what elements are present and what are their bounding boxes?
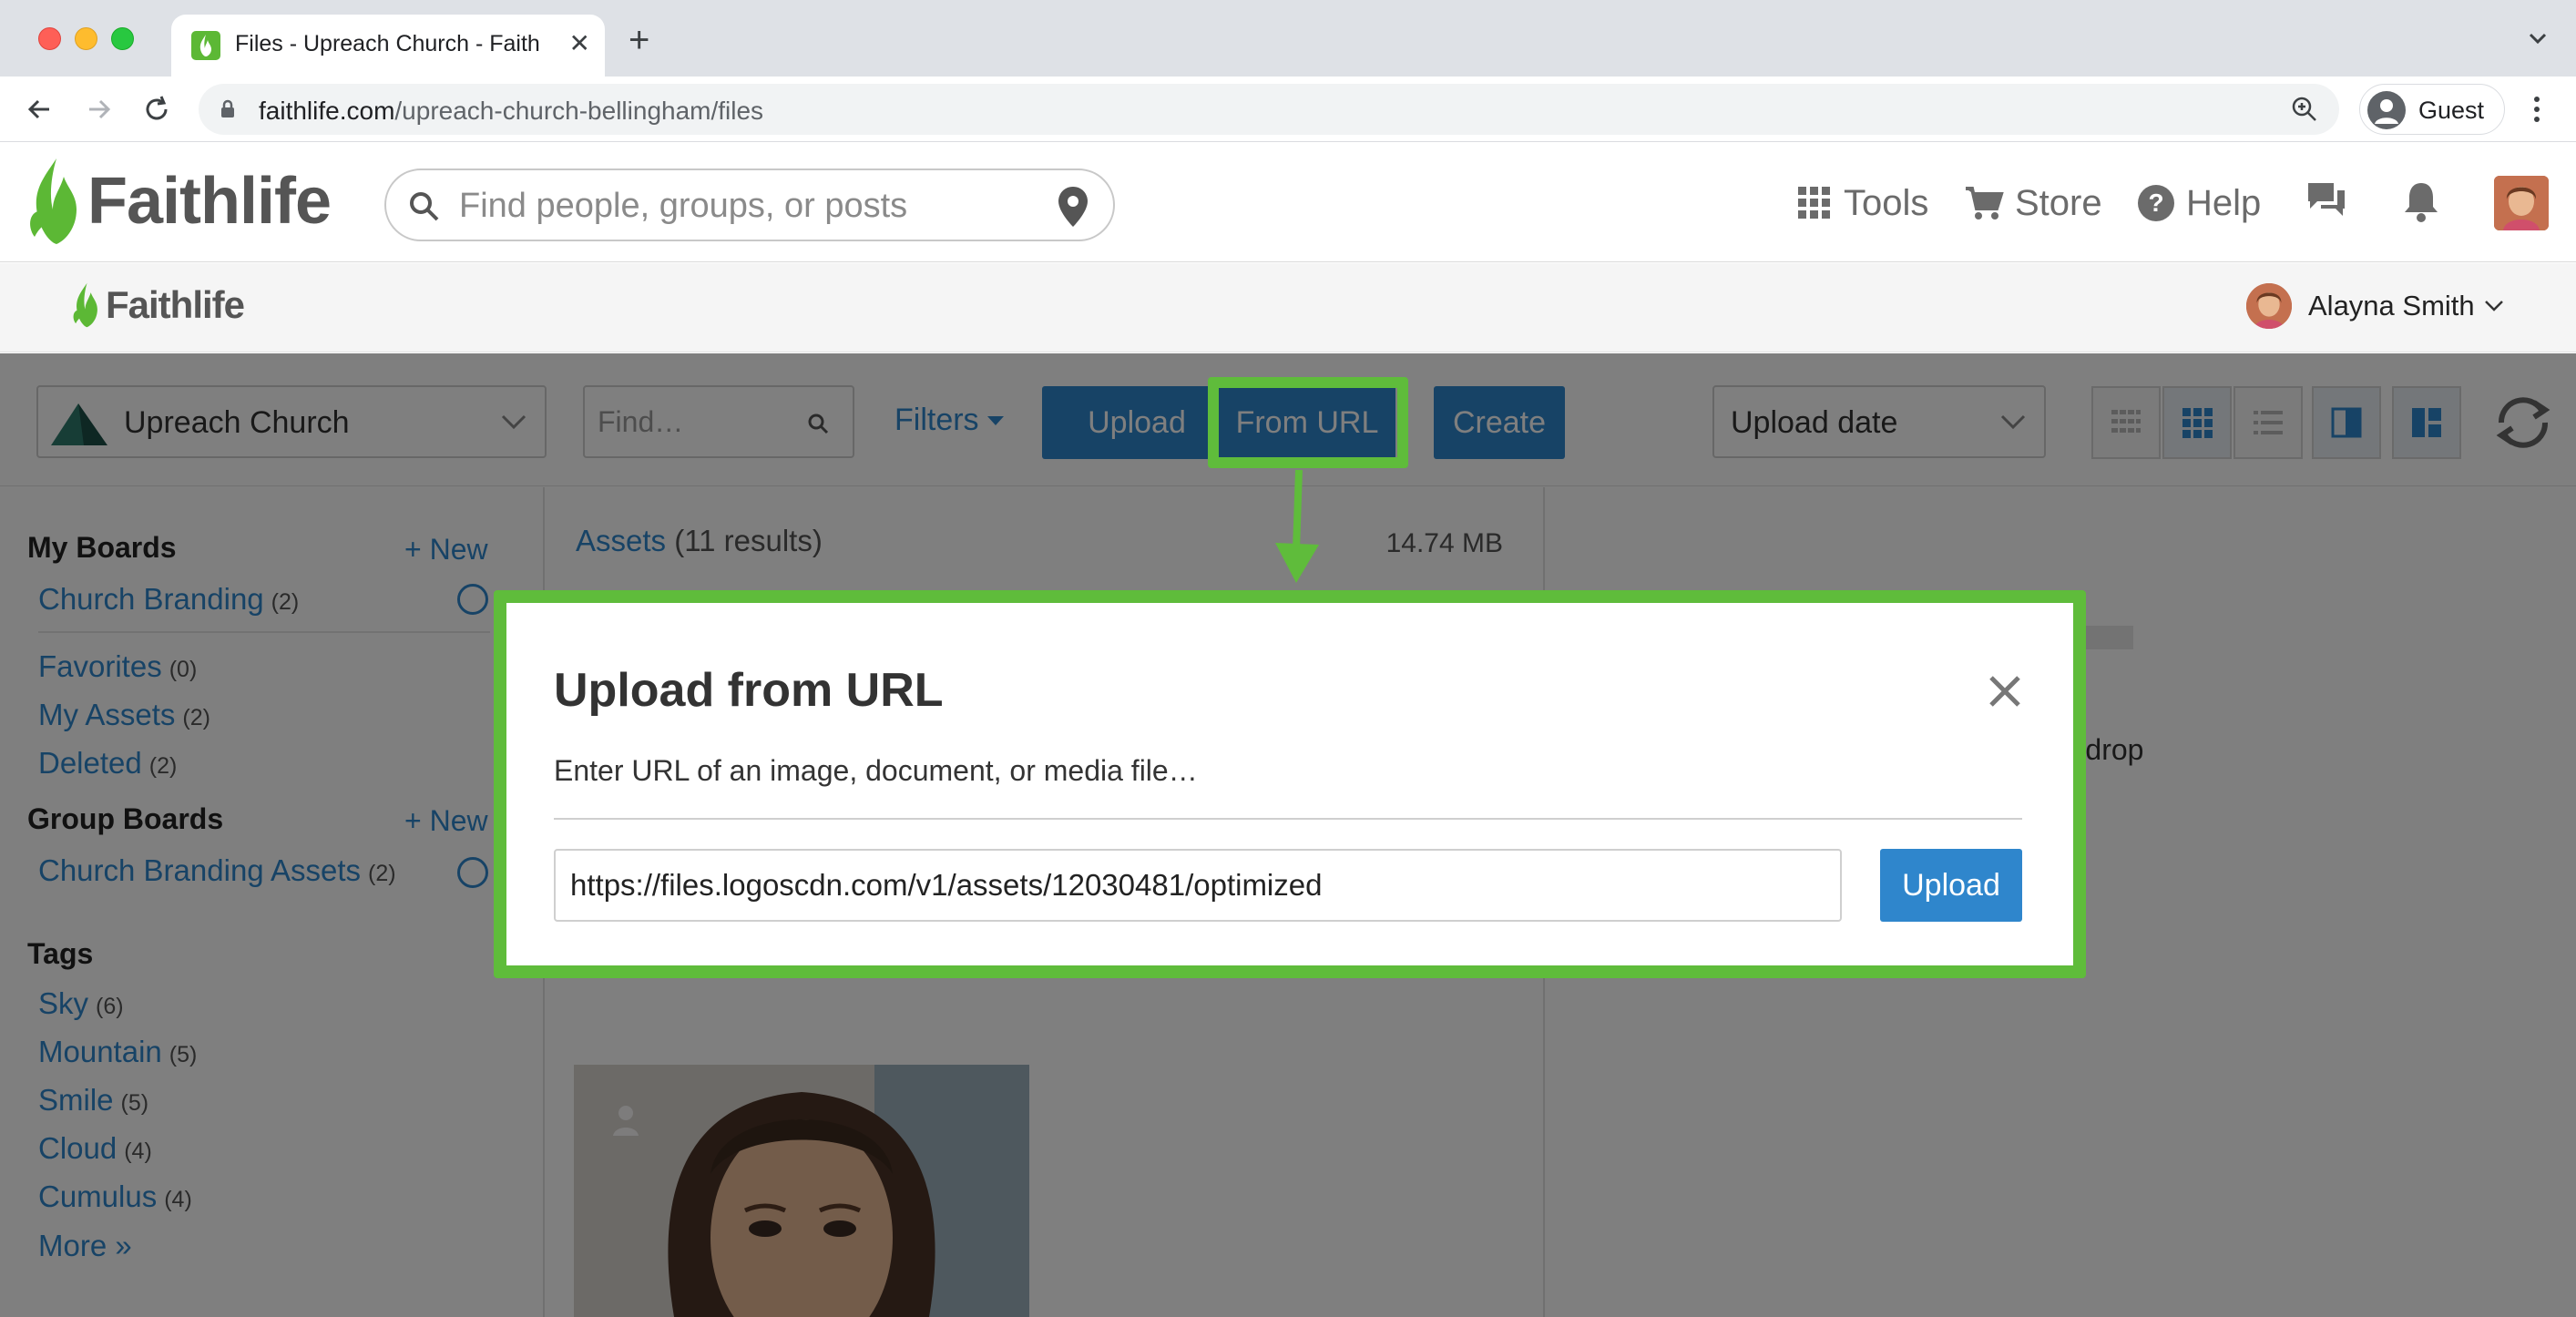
url-domain: faithlife.com	[259, 97, 395, 125]
url-path: /upreach-church-bellingham/files	[394, 97, 764, 125]
user-menu[interactable]: Alayna Smith	[2246, 283, 2504, 329]
store-menu[interactable]: Store	[1964, 179, 2102, 227]
upload-from-url-modal: Upload from URL Enter URL of an image, d…	[506, 603, 2073, 965]
site-header: Faithlife Tools Store ? Help	[0, 143, 2576, 262]
grid-icon	[1798, 187, 1830, 219]
guest-avatar-icon	[2367, 91, 2406, 129]
faithlife-flame-small-icon	[73, 282, 97, 328]
faithlife-sub-logo[interactable]: Faithlife	[71, 280, 245, 331]
tools-menu[interactable]: Tools	[1796, 179, 1928, 227]
modal-upload-button[interactable]: Upload	[1880, 849, 2022, 922]
global-search[interactable]	[384, 168, 1115, 241]
tools-label: Tools	[1844, 182, 1929, 223]
help-label: Help	[2186, 182, 2262, 223]
new-tab-icon[interactable]: +	[629, 22, 649, 58]
group-subheader: Faithlife Alayna Smith	[0, 263, 2576, 352]
url-input[interactable]	[554, 849, 1842, 922]
address-bar[interactable]: faithlife.com/upreach-church-bellingham/…	[199, 84, 2339, 135]
logo-text: Faithlife	[87, 165, 332, 238]
profile-label: Guest	[2418, 97, 2485, 124]
help-icon: ?	[2138, 185, 2174, 221]
tab-close-icon[interactable]: ✕	[569, 29, 590, 58]
notifications-bell-icon[interactable]	[2401, 179, 2441, 223]
browser-tab-bar: Files - Upreach Church - Faithlife ✕ +	[0, 0, 2576, 77]
window-maximize-button[interactable]	[111, 27, 134, 50]
close-icon[interactable]	[1982, 669, 2028, 714]
faithlife-favicon-icon	[191, 31, 220, 60]
messages-icon[interactable]	[2305, 179, 2348, 221]
modal-description: Enter URL of an image, document, or medi…	[554, 754, 1198, 787]
search-input[interactable]	[459, 187, 1042, 225]
chevron-down-icon	[2484, 301, 2503, 311]
address-url: faithlife.com/upreach-church-bellingham/…	[259, 97, 763, 126]
window-minimize-button[interactable]	[75, 27, 97, 50]
window-close-button[interactable]	[38, 27, 61, 50]
forward-arrow-icon[interactable]	[80, 91, 117, 128]
tab-title: Files - Upreach Church - Faithlife	[235, 31, 541, 56]
help-menu[interactable]: ? Help	[2137, 179, 2261, 227]
svg-text:?: ?	[2148, 189, 2163, 217]
modal-title: Upload from URL	[554, 664, 944, 717]
browser-tab-active[interactable]: Files - Upreach Church - Faithlife ✕	[171, 15, 605, 77]
browser-toolbar: faithlife.com/upreach-church-bellingham/…	[0, 77, 2576, 142]
from-url-highlight	[1208, 377, 1408, 468]
browser-menu-icon[interactable]	[2523, 93, 2550, 126]
cart-icon	[1966, 187, 2004, 220]
profile-button[interactable]: Guest	[2359, 84, 2505, 135]
back-arrow-icon[interactable]	[22, 91, 58, 128]
tab-search-chevron-icon[interactable]	[2527, 27, 2549, 49]
user-avatar[interactable]	[2494, 176, 2549, 230]
faithlife-logo[interactable]: Faithlife	[26, 156, 332, 247]
location-pin-icon[interactable]	[1057, 185, 1089, 229]
modal-divider	[554, 818, 2022, 820]
reload-icon[interactable]	[138, 91, 175, 128]
user-menu-avatar	[2246, 283, 2292, 329]
user-name: Alayna Smith	[2308, 290, 2475, 322]
sub-logo-text: Faithlife	[106, 283, 245, 326]
faithlife-flame-icon	[30, 158, 77, 244]
search-icon	[410, 192, 439, 221]
lock-icon	[221, 99, 234, 117]
annotation-arrow-icon	[1275, 470, 1319, 583]
store-label: Store	[2015, 182, 2102, 223]
zoom-icon[interactable]	[2290, 95, 2319, 124]
